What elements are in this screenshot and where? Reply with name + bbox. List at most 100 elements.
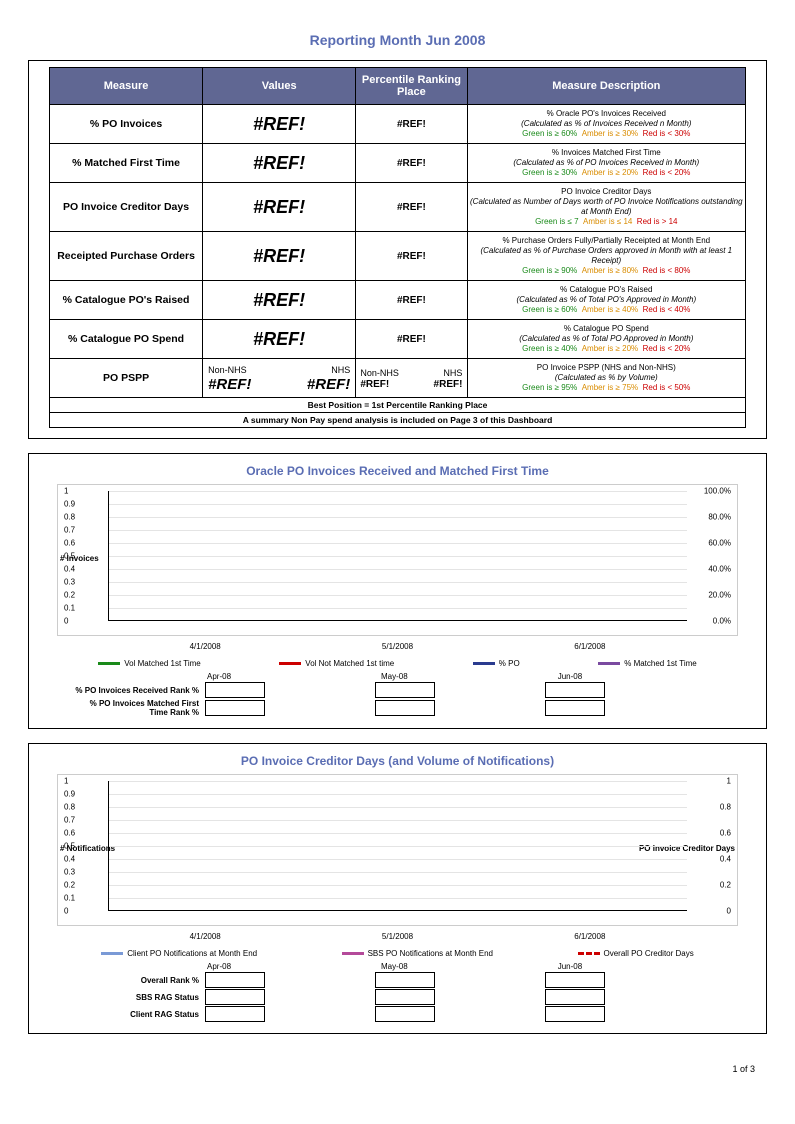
measure-name: % Catalogue PO Spend	[50, 320, 203, 359]
rank-box	[205, 682, 265, 698]
measure-value: #REF!	[203, 144, 356, 183]
rank-box	[545, 972, 605, 988]
y2tick: 0.4	[720, 855, 731, 864]
measure-value: Non-NHSNHS#REF!#REF!	[203, 359, 356, 398]
chart2-ranks: Overall Rank %SBS RAG StatusClient RAG S…	[49, 972, 746, 1022]
ytick: 0.3	[64, 578, 75, 587]
rank-box	[375, 700, 435, 716]
y2tick: 80.0%	[708, 513, 731, 522]
y2tick: 20.0%	[708, 591, 731, 600]
ytick: 0.5	[64, 842, 75, 851]
measure-name: Receipted Purchase Orders	[50, 232, 203, 281]
rank-row: % PO Invoices Matched First Time Rank %	[69, 699, 746, 717]
ytick: 0.2	[64, 591, 75, 600]
table-footer-1: Best Position = 1st Percentile Ranking P…	[49, 398, 746, 413]
legend-item: SBS PO Notifications at Month End	[342, 949, 493, 958]
ytick: 0.1	[64, 604, 75, 613]
ytick: 0.4	[64, 565, 75, 574]
measures-panel: Measure Values Percentile Ranking Place …	[28, 60, 767, 439]
ytick: 0	[64, 617, 68, 626]
month-label: May-08	[381, 672, 408, 681]
chart1-xticks: 4/1/2008 5/1/2008 6/1/2008	[109, 642, 686, 651]
y2tick: 0.6	[720, 829, 731, 838]
measure-rank: #REF!	[356, 183, 467, 232]
xtick: 4/1/2008	[190, 642, 221, 651]
measure-name: % Catalogue PO's Raised	[50, 281, 203, 320]
measure-desc: PO Invoice Creditor Days(Calculated as N…	[467, 183, 745, 232]
chart1-legend: Vol Matched 1st Time Vol Not Matched 1st …	[59, 659, 736, 668]
legend-item: Vol Not Matched 1st time	[279, 659, 394, 668]
measure-desc: PO Invoice PSPP (NHS and Non-NHS)(Calcul…	[467, 359, 745, 398]
month-label: Apr-08	[207, 672, 231, 681]
measure-rank: #REF!	[356, 281, 467, 320]
chart2-grid	[108, 781, 687, 911]
month-label: Apr-08	[207, 962, 231, 971]
measure-desc: % Purchase Orders Fully/Partially Receip…	[467, 232, 745, 281]
ytick: 1	[64, 487, 68, 496]
legend-item: Vol Matched 1st Time	[98, 659, 200, 668]
ytick: 0.4	[64, 855, 75, 864]
y2tick: 0.2	[720, 881, 731, 890]
rank-box	[375, 682, 435, 698]
measure-rank: #REF!	[356, 320, 467, 359]
rank-row: Client RAG Status	[69, 1006, 746, 1022]
measure-rank: #REF!	[356, 232, 467, 281]
ytick: 0.8	[64, 803, 75, 812]
col-rank: Percentile Ranking Place	[356, 68, 467, 105]
ytick: 0.6	[64, 829, 75, 838]
chart2-panel: PO Invoice Creditor Days (and Volume of …	[28, 743, 767, 1034]
rank-box	[375, 989, 435, 1005]
rank-box	[205, 1006, 265, 1022]
rank-box	[545, 682, 605, 698]
rank-row: % PO Invoices Received Rank %	[69, 682, 746, 698]
ytick: 1	[64, 777, 68, 786]
chart1-months: Apr-08 May-08 Jun-08	[207, 672, 746, 681]
ytick: 0.6	[64, 539, 75, 548]
rank-box	[375, 972, 435, 988]
y2tick: 0.8	[720, 803, 731, 812]
y2tick: 100.0%	[704, 487, 731, 496]
col-desc: Measure Description	[467, 68, 745, 105]
ytick: 0.7	[64, 526, 75, 535]
rank-row: Overall Rank %	[69, 972, 746, 988]
measure-value: #REF!	[203, 232, 356, 281]
measure-desc: % Invoices Matched First Time(Calculated…	[467, 144, 745, 183]
measure-rank: #REF!	[356, 105, 467, 144]
chart2-title: PO Invoice Creditor Days (and Volume of …	[49, 754, 746, 768]
chart1-title: Oracle PO Invoices Received and Matched …	[49, 464, 746, 478]
xtick: 4/1/2008	[190, 932, 221, 941]
ytick: 0.9	[64, 790, 75, 799]
legend-item: % Matched 1st Time	[598, 659, 696, 668]
month-label: Jun-08	[558, 672, 582, 681]
measure-rank: Non-NHSNHS#REF!#REF!	[356, 359, 467, 398]
rank-box	[545, 700, 605, 716]
chart1-ranks: % PO Invoices Received Rank %% PO Invoic…	[49, 682, 746, 717]
chart1-grid	[108, 491, 687, 621]
ytick: 0.5	[64, 552, 75, 561]
rank-box	[205, 989, 265, 1005]
measure-name: PO PSPP	[50, 359, 203, 398]
y2tick: 0.0%	[713, 617, 731, 626]
xtick: 5/1/2008	[382, 642, 413, 651]
measure-value: #REF!	[203, 183, 356, 232]
ytick: 0.2	[64, 881, 75, 890]
page-number: 1 of 3	[20, 1064, 755, 1074]
measure-value: #REF!	[203, 281, 356, 320]
measure-desc: % Catalogue PO's Raised(Calculated as % …	[467, 281, 745, 320]
page-title: Reporting Month Jun 2008	[20, 32, 775, 48]
measure-value: #REF!	[203, 320, 356, 359]
measure-name: % PO Invoices	[50, 105, 203, 144]
ytick: 0.1	[64, 894, 75, 903]
rank-box	[375, 1006, 435, 1022]
chart2-legend: Client PO Notifications at Month EndSBS …	[59, 949, 736, 958]
chart1-plot: # Invoices 10.90.80.70.60.50.40.30.20.10…	[57, 484, 738, 636]
ytick: 0	[64, 907, 68, 916]
measure-desc: % Catalogue PO Spend(Calculated as % of …	[467, 320, 745, 359]
xtick: 6/1/2008	[574, 642, 605, 651]
ytick: 0.3	[64, 868, 75, 877]
measure-value: #REF!	[203, 105, 356, 144]
month-label: May-08	[381, 962, 408, 971]
measure-desc: % Oracle PO's Invoices Received(Calculat…	[467, 105, 745, 144]
ytick: 0.9	[64, 500, 75, 509]
measures-table: Measure Values Percentile Ranking Place …	[49, 67, 746, 398]
